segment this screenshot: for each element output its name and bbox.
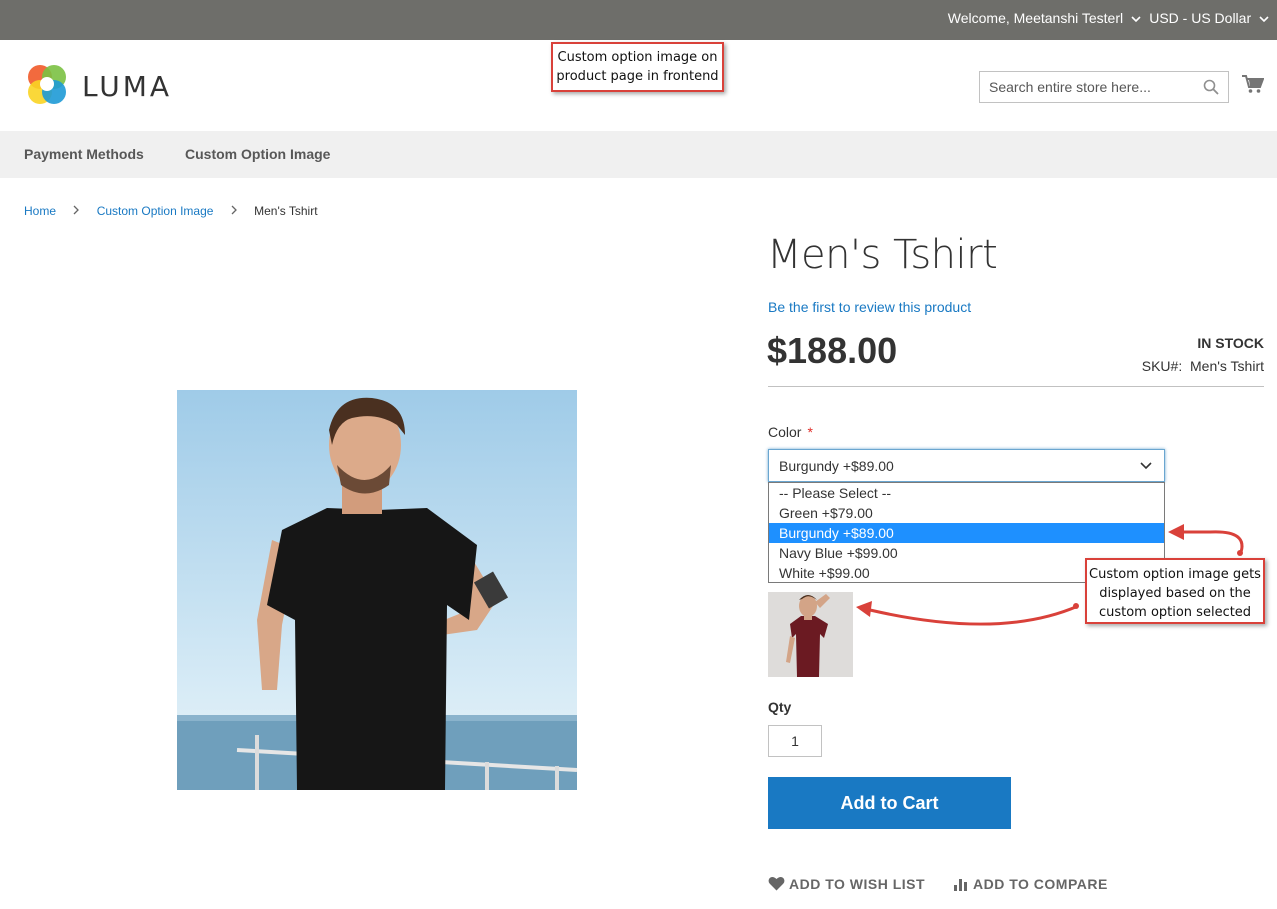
add-to-compare-link[interactable]: ADD TO COMPARE	[953, 876, 1108, 892]
breadcrumb: Home Custom Option Image Men's Tshirt	[24, 204, 318, 218]
search-icon[interactable]	[1203, 79, 1219, 95]
custom-option-image[interactable]	[768, 592, 853, 677]
breadcrumb-home[interactable]: Home	[24, 204, 56, 218]
annotation-line: displayed based on the	[1099, 586, 1251, 601]
product-price: $188.00	[767, 330, 898, 371]
top-bar: Welcome, Meetanshi Testerl USD - US Doll…	[0, 0, 1277, 40]
product-main-image[interactable]	[177, 390, 577, 790]
annotation-line: custom option selected	[1098, 605, 1252, 620]
breadcrumb-current: Men's Tshirt	[254, 204, 318, 218]
annotation-line: Custom option image gets	[1089, 567, 1261, 582]
sku-value: Men's Tshirt	[1190, 358, 1264, 374]
color-option-label: Color *	[768, 424, 813, 440]
qty-input[interactable]	[768, 725, 822, 757]
qty-label: Qty	[768, 699, 792, 715]
cart-icon[interactable]	[1242, 74, 1264, 94]
currency-switcher[interactable]: USD - US Dollar	[1149, 10, 1269, 26]
welcome-text: Welcome, Meetanshi Testerl	[947, 10, 1124, 26]
luma-logo-icon	[28, 65, 66, 104]
search-box	[979, 71, 1229, 103]
review-link[interactable]: Be the first to review this product	[768, 299, 971, 315]
bar-chart-icon	[954, 879, 967, 891]
divider	[768, 386, 1264, 387]
dropdown-option-burgundy[interactable]: Burgundy +$89.00	[769, 523, 1164, 543]
search-input[interactable]	[980, 72, 1190, 102]
annotation-line: Custom option image on	[557, 50, 718, 65]
product-title: Men's Tshirt	[767, 232, 998, 278]
product-sku: SKU#: Men's Tshirt	[1142, 358, 1264, 374]
add-to-wishlist-link[interactable]: ADD TO WISH LIST	[768, 876, 925, 892]
add-to-cart-button[interactable]: Add to Cart	[768, 777, 1011, 829]
dropdown-option-green[interactable]: Green +$79.00	[769, 503, 1164, 523]
stock-status: IN STOCK	[1197, 335, 1264, 351]
wishlist-label: ADD TO WISH LIST	[789, 876, 926, 892]
heart-icon	[768, 877, 785, 891]
required-mark: *	[807, 424, 813, 440]
chevron-down-icon	[1140, 462, 1152, 470]
sku-label: SKU#:	[1141, 358, 1183, 374]
annotation-callout-side: Custom option image gets displayed based…	[1085, 558, 1265, 624]
currency-text: USD - US Dollar	[1149, 10, 1252, 26]
chevron-down-icon	[1131, 16, 1141, 22]
store-logo[interactable]: LUMA	[24, 62, 174, 108]
main-navigation: Payment Methods Custom Option Image	[0, 131, 1277, 178]
breadcrumb-separator-icon	[231, 204, 237, 218]
dropdown-option-please-select[interactable]: -- Please Select --	[769, 483, 1164, 503]
nav-item-payment-methods[interactable]: Payment Methods	[24, 146, 144, 162]
color-select[interactable]: Burgundy +$89.00	[768, 449, 1165, 482]
breadcrumb-category[interactable]: Custom Option Image	[97, 204, 214, 218]
product-photo	[177, 390, 577, 790]
welcome-menu[interactable]: Welcome, Meetanshi Testerl	[948, 10, 1141, 26]
chevron-down-icon	[1259, 16, 1269, 22]
color-label-text: Color	[768, 424, 802, 440]
color-select-value: Burgundy +$89.00	[779, 458, 894, 474]
annotation-line: product page in frontend	[556, 69, 719, 84]
burgundy-shirt-photo	[768, 592, 853, 677]
breadcrumb-separator-icon	[73, 204, 80, 218]
compare-label: ADD TO COMPARE	[973, 876, 1108, 892]
annotation-callout-top: Custom option image on product page in f…	[551, 42, 724, 92]
nav-item-custom-option-image[interactable]: Custom Option Image	[185, 146, 330, 162]
logo-text: LUMA	[82, 70, 173, 103]
